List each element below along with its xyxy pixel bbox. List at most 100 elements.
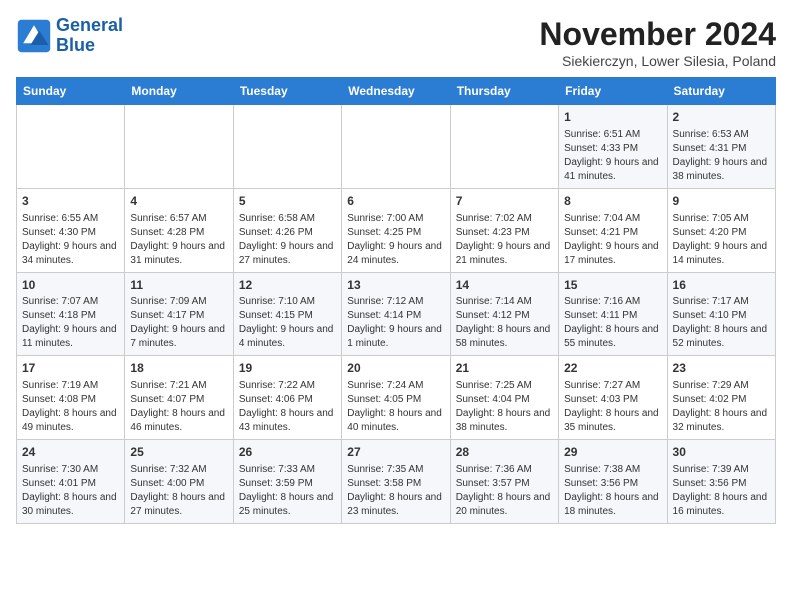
- day-number: 8: [564, 193, 661, 210]
- day-info: Sunrise: 6:53 AM Sunset: 4:31 PM Dayligh…: [673, 128, 770, 184]
- day-number: 15: [564, 277, 661, 294]
- day-cell: 18 Sunrise: 7:21 AM Sunset: 4:07 PM Dayli…: [125, 356, 233, 440]
- day-cell: 23Sunrise: 7:29 AM Sunset: 4:02 PM Dayli…: [667, 356, 775, 440]
- day-info: Sunrise: 7:09 AM Sunset: 4:17 PM Dayligh…: [130, 295, 227, 351]
- weekday-header-sunday: Sunday: [17, 78, 125, 105]
- title-area: November 2024 Siekierczyn, Lower Silesia…: [539, 16, 776, 69]
- day-number: 1: [564, 109, 661, 126]
- day-cell: [17, 105, 125, 189]
- day-info: Sunrise: 7:05 AM Sunset: 4:20 PM Dayligh…: [673, 212, 770, 268]
- day-info: Sunrise: 7:24 AM Sunset: 4:05 PM Dayligh…: [347, 379, 444, 435]
- day-info: Sunrise: 6:57 AM Sunset: 4:28 PM Dayligh…: [130, 212, 227, 268]
- day-info: Sunrise: 7:02 AM Sunset: 4:23 PM Dayligh…: [456, 212, 553, 268]
- day-number: 26: [239, 444, 336, 461]
- weekday-header-wednesday: Wednesday: [342, 78, 450, 105]
- day-cell: 29Sunrise: 7:38 AM Sunset: 3:56 PM Dayli…: [559, 440, 667, 524]
- weekday-header-row: SundayMondayTuesdayWednesdayThursdayFrid…: [17, 78, 776, 105]
- day-number: 14: [456, 277, 553, 294]
- weekday-header-saturday: Saturday: [667, 78, 775, 105]
- week-row-4: 17 Sunrise: 7:19 AM Sunset: 4:08 PM Dayli…: [17, 356, 776, 440]
- day-cell: 21 Sunrise: 7:25 AM Sunset: 4:04 PM Dayli…: [450, 356, 558, 440]
- day-info: Sunrise: 7:32 AM Sunset: 4:00 PM Dayligh…: [130, 463, 227, 519]
- day-cell: 24 Sunrise: 7:30 AM Sunset: 4:01 PM Dayli…: [17, 440, 125, 524]
- weekday-header-tuesday: Tuesday: [233, 78, 341, 105]
- day-cell: 15Sunrise: 7:16 AM Sunset: 4:11 PM Dayli…: [559, 272, 667, 356]
- day-info: Sunrise: 7:25 AM Sunset: 4:04 PM Dayligh…: [456, 379, 553, 435]
- day-cell: 9 Sunrise: 7:05 AM Sunset: 4:20 PM Daylig…: [667, 188, 775, 272]
- day-cell: 12Sunrise: 7:10 AM Sunset: 4:15 PM Dayli…: [233, 272, 341, 356]
- day-number: 25: [130, 444, 227, 461]
- day-info: Sunrise: 7:27 AM Sunset: 4:03 PM Dayligh…: [564, 379, 661, 435]
- day-info: Sunrise: 7:12 AM Sunset: 4:14 PM Dayligh…: [347, 295, 444, 351]
- day-cell: 25 Sunrise: 7:32 AM Sunset: 4:00 PM Dayli…: [125, 440, 233, 524]
- day-info: Sunrise: 7:38 AM Sunset: 3:56 PM Dayligh…: [564, 463, 661, 519]
- day-cell: 30 Sunrise: 7:39 AM Sunset: 3:56 PM Dayli…: [667, 440, 775, 524]
- week-row-5: 24 Sunrise: 7:30 AM Sunset: 4:01 PM Dayli…: [17, 440, 776, 524]
- week-row-1: 1 Sunrise: 6:51 AM Sunset: 4:33 PM Daylig…: [17, 105, 776, 189]
- day-info: Sunrise: 7:21 AM Sunset: 4:07 PM Dayligh…: [130, 379, 227, 435]
- day-number: 9: [673, 193, 770, 210]
- day-number: 27: [347, 444, 444, 461]
- day-info: Sunrise: 7:04 AM Sunset: 4:21 PM Dayligh…: [564, 212, 661, 268]
- day-info: Sunrise: 7:14 AM Sunset: 4:12 PM Dayligh…: [456, 295, 553, 351]
- day-number: 19: [239, 360, 336, 377]
- day-cell: 6 Sunrise: 7:00 AM Sunset: 4:25 PM Daylig…: [342, 188, 450, 272]
- day-info: Sunrise: 7:35 AM Sunset: 3:58 PM Dayligh…: [347, 463, 444, 519]
- day-number: 17: [22, 360, 119, 377]
- day-info: Sunrise: 7:33 AM Sunset: 3:59 PM Dayligh…: [239, 463, 336, 519]
- day-info: Sunrise: 7:29 AM Sunset: 4:02 PM Dayligh…: [673, 379, 770, 435]
- day-info: Sunrise: 7:22 AM Sunset: 4:06 PM Dayligh…: [239, 379, 336, 435]
- day-number: 24: [22, 444, 119, 461]
- day-info: Sunrise: 6:58 AM Sunset: 4:26 PM Dayligh…: [239, 212, 336, 268]
- day-number: 2: [673, 109, 770, 126]
- day-info: Sunrise: 7:30 AM Sunset: 4:01 PM Dayligh…: [22, 463, 119, 519]
- day-number: 7: [456, 193, 553, 210]
- location-subtitle: Siekierczyn, Lower Silesia, Poland: [539, 53, 776, 69]
- day-cell: 20Sunrise: 7:24 AM Sunset: 4:05 PM Dayli…: [342, 356, 450, 440]
- day-cell: 17 Sunrise: 7:19 AM Sunset: 4:08 PM Dayli…: [17, 356, 125, 440]
- day-cell: 28 Sunrise: 7:36 AM Sunset: 3:57 PM Dayli…: [450, 440, 558, 524]
- logo: General Blue: [16, 16, 123, 56]
- day-number: 28: [456, 444, 553, 461]
- day-info: Sunrise: 6:51 AM Sunset: 4:33 PM Dayligh…: [564, 128, 661, 184]
- day-number: 4: [130, 193, 227, 210]
- day-info: Sunrise: 7:10 AM Sunset: 4:15 PM Dayligh…: [239, 295, 336, 351]
- day-info: Sunrise: 7:17 AM Sunset: 4:10 PM Dayligh…: [673, 295, 770, 351]
- weekday-header-friday: Friday: [559, 78, 667, 105]
- day-cell: 10Sunrise: 7:07 AM Sunset: 4:18 PM Dayli…: [17, 272, 125, 356]
- logo-line1: General: [56, 16, 123, 36]
- weekday-header-monday: Monday: [125, 78, 233, 105]
- day-cell: 1 Sunrise: 6:51 AM Sunset: 4:33 PM Daylig…: [559, 105, 667, 189]
- day-number: 22: [564, 360, 661, 377]
- day-info: Sunrise: 7:16 AM Sunset: 4:11 PM Dayligh…: [564, 295, 661, 351]
- day-cell: 16Sunrise: 7:17 AM Sunset: 4:10 PM Dayli…: [667, 272, 775, 356]
- day-number: 30: [673, 444, 770, 461]
- calendar-table: SundayMondayTuesdayWednesdayThursdayFrid…: [16, 77, 776, 524]
- day-number: 11: [130, 277, 227, 294]
- day-cell: 22 Sunrise: 7:27 AM Sunset: 4:03 PM Dayli…: [559, 356, 667, 440]
- day-info: Sunrise: 7:39 AM Sunset: 3:56 PM Dayligh…: [673, 463, 770, 519]
- day-cell: 7 Sunrise: 7:02 AM Sunset: 4:23 PM Daylig…: [450, 188, 558, 272]
- day-cell: 19 Sunrise: 7:22 AM Sunset: 4:06 PM Dayli…: [233, 356, 341, 440]
- day-cell: [233, 105, 341, 189]
- day-number: 18: [130, 360, 227, 377]
- day-info: Sunrise: 7:19 AM Sunset: 4:08 PM Dayligh…: [22, 379, 119, 435]
- week-row-3: 10Sunrise: 7:07 AM Sunset: 4:18 PM Dayli…: [17, 272, 776, 356]
- day-number: 6: [347, 193, 444, 210]
- month-title: November 2024: [539, 16, 776, 53]
- day-cell: 14Sunrise: 7:14 AM Sunset: 4:12 PM Dayli…: [450, 272, 558, 356]
- day-info: Sunrise: 7:36 AM Sunset: 3:57 PM Dayligh…: [456, 463, 553, 519]
- day-cell: 3Sunrise: 6:55 AM Sunset: 4:30 PM Daylig…: [17, 188, 125, 272]
- day-number: 3: [22, 193, 119, 210]
- day-cell: 8 Sunrise: 7:04 AM Sunset: 4:21 PM Daylig…: [559, 188, 667, 272]
- logo-icon: [16, 18, 52, 54]
- day-number: 13: [347, 277, 444, 294]
- week-row-2: 3Sunrise: 6:55 AM Sunset: 4:30 PM Daylig…: [17, 188, 776, 272]
- day-number: 21: [456, 360, 553, 377]
- logo-line2: Blue: [56, 36, 123, 56]
- day-cell: [450, 105, 558, 189]
- day-info: Sunrise: 7:00 AM Sunset: 4:25 PM Dayligh…: [347, 212, 444, 268]
- day-info: Sunrise: 7:07 AM Sunset: 4:18 PM Dayligh…: [22, 295, 119, 351]
- day-cell: 13Sunrise: 7:12 AM Sunset: 4:14 PM Dayli…: [342, 272, 450, 356]
- day-number: 5: [239, 193, 336, 210]
